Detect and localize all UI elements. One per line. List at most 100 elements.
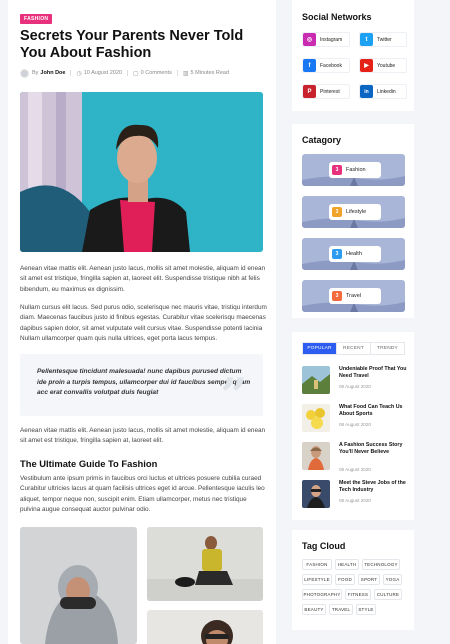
- social-label: Youtube: [377, 62, 396, 69]
- tag-culture[interactable]: CULTURE: [374, 589, 402, 600]
- tag-yoga[interactable]: YOGA: [383, 574, 402, 585]
- article-column: FASHION Secrets Your Parents Never Told …: [8, 0, 276, 644]
- category-count: 3: [332, 207, 342, 217]
- twitter-icon: t: [360, 33, 373, 46]
- social-facebook-button[interactable]: f Facebook: [302, 58, 350, 73]
- category-label: Health: [346, 251, 362, 257]
- meta-divider: [70, 70, 72, 76]
- post-title[interactable]: What Food Can Teach Us About Sports: [339, 404, 409, 418]
- post-title[interactable]: Meet the Steve Jobs of the Tech Industry: [339, 480, 409, 494]
- category-pill: 3 Travel: [329, 288, 381, 304]
- gallery-image-portrait: [147, 610, 263, 644]
- post-date: 08 August 2020: [339, 467, 371, 472]
- gallery-image-hoodie: [20, 527, 137, 644]
- quote-mark-icon: ”: [220, 368, 247, 422]
- post-date: 08 August 2020: [339, 498, 371, 503]
- tag-fitness[interactable]: FITNESS: [345, 589, 371, 600]
- category-card-fashion[interactable]: 3 Fashion: [302, 154, 405, 186]
- category-pill: 3 Health: [329, 246, 381, 262]
- article-paragraph-2: Nullam cursus elit lacus. Sed purus odio…: [20, 304, 267, 343]
- post-title[interactable]: A Fashion Success Story You'll Never Bel…: [339, 442, 409, 456]
- social-label: Facebook: [320, 62, 342, 69]
- social-instagram-button[interactable]: ◎ Instagram: [302, 32, 350, 47]
- social-pinterest-button[interactable]: P Pinterest: [302, 84, 350, 99]
- read-time: 5 Minutes Read: [190, 70, 230, 76]
- article-paragraph-1: Aenean vitae mattis elit. Aenean justo l…: [20, 265, 266, 293]
- post-date: 08 August 2020: [339, 422, 371, 427]
- article-paragraph-3: Aenean vitae mattis elit. Aenean justo l…: [20, 427, 266, 445]
- hero-image: [20, 92, 263, 252]
- category-count: 3: [332, 249, 342, 259]
- social-youtube-button[interactable]: ▶ Youtube: [359, 58, 407, 73]
- author-by-label: By: [32, 70, 39, 76]
- category-count: 3: [332, 291, 342, 301]
- post-item[interactable]: Undeniable Proof That You Need Travel 08…: [302, 366, 407, 394]
- article-title: Secrets Your Parents Never Told You Abou…: [20, 28, 244, 61]
- blockquote: Pellentesque tincidunt malesuada! nunc d…: [20, 354, 263, 422]
- post-thumbnail[interactable]: [302, 442, 330, 470]
- meta-divider: [176, 70, 178, 76]
- tag-technology[interactable]: TECHNOLOGY: [362, 559, 400, 570]
- comment-count[interactable]: 0 Comments: [141, 70, 172, 76]
- category-pill: 3 Lifestyle: [329, 204, 381, 220]
- posts-tabs: POPULAR RECENT TRENDY: [302, 342, 405, 355]
- author-avatar[interactable]: [20, 68, 29, 78]
- posts-widget: POPULAR RECENT TRENDY Undeniable Proof T…: [292, 332, 414, 520]
- post-item[interactable]: Meet the Steve Jobs of the Tech Industry…: [302, 480, 407, 508]
- category-label: Travel: [346, 293, 362, 299]
- social-label: Linkedin: [377, 88, 396, 95]
- tag-beauty[interactable]: BEAUTY: [302, 604, 326, 615]
- category-label: Fashion: [346, 167, 366, 173]
- social-label: Instagram: [320, 36, 343, 43]
- social-linkedin-button[interactable]: in Linkedin: [359, 84, 407, 99]
- pinterest-icon: P: [303, 85, 316, 98]
- post-item[interactable]: A Fashion Success Story You'll Never Bel…: [302, 442, 409, 472]
- comment-icon: ▢: [132, 70, 139, 77]
- category-card-lifestyle[interactable]: 3 Lifestyle: [302, 196, 405, 228]
- category-pill: 3 Fashion: [329, 162, 381, 178]
- tag-sport[interactable]: SPORT: [358, 574, 380, 585]
- linkedin-icon: in: [360, 85, 373, 98]
- facebook-icon: f: [303, 59, 316, 72]
- tag-style[interactable]: STYLE: [356, 604, 376, 615]
- category-widget: Catagory 3 Fashion 3 Lifestyle 3 Health: [292, 124, 414, 318]
- article-paragraph-4: Vestibulum ante ipsum primis in faucibus…: [20, 475, 265, 514]
- chart-icon: ▥: [182, 70, 189, 77]
- tab-popular[interactable]: POPULAR: [303, 343, 337, 354]
- post-thumbnail[interactable]: [302, 366, 330, 394]
- tab-recent[interactable]: RECENT: [337, 343, 371, 354]
- tag-food[interactable]: FOOD: [335, 574, 355, 585]
- tag-health[interactable]: HEALTH: [335, 559, 359, 570]
- social-label: Twitter: [377, 36, 392, 43]
- meta-divider: [126, 70, 128, 76]
- post-thumbnail[interactable]: [302, 404, 330, 432]
- tag-lifestyle[interactable]: LIFESTYLE: [302, 574, 332, 585]
- social-widget-title: Social Networks: [302, 12, 372, 22]
- article-meta: By John Doe ◷ 10 August 2020 ▢ 0 Comment…: [20, 68, 229, 78]
- youtube-icon: ▶: [360, 59, 373, 72]
- author-name[interactable]: John Doe: [40, 70, 65, 76]
- social-twitter-button[interactable]: t Twitter: [359, 32, 407, 47]
- tag-fashion[interactable]: FASHION: [302, 559, 332, 570]
- category-count: 3: [332, 165, 342, 175]
- post-date: 08 August 2020: [339, 384, 371, 389]
- category-badge[interactable]: FASHION: [20, 14, 53, 24]
- clock-icon: ◷: [76, 70, 82, 77]
- instagram-icon: ◎: [303, 33, 316, 46]
- category-card-travel[interactable]: 3 Travel: [302, 280, 405, 312]
- article-subheading: The Ultimate Guide To Fashion: [20, 458, 158, 469]
- tab-trendy[interactable]: TRENDY: [371, 343, 404, 354]
- category-widget-title: Catagory: [302, 135, 342, 145]
- tag-photography[interactable]: PHOTOGRAPHY: [302, 589, 342, 600]
- tag-cloud-widget: Tag Cloud FASHION HEALTH TECHNOLOGY LIFE…: [292, 530, 414, 630]
- tag-cloud-title: Tag Cloud: [302, 541, 346, 551]
- social-label: Pinterest: [320, 88, 340, 95]
- post-title[interactable]: Undeniable Proof That You Need Travel: [339, 366, 409, 380]
- post-thumbnail[interactable]: [302, 480, 330, 508]
- category-card-health[interactable]: 3 Health: [302, 238, 405, 270]
- social-networks-widget: Social Networks ◎ Instagram t Twitter f …: [292, 0, 414, 111]
- category-label: Lifestyle: [346, 209, 367, 215]
- publish-date: 10 August 2020: [83, 70, 122, 76]
- post-item[interactable]: What Food Can Teach Us About Sports 08 A…: [302, 404, 407, 432]
- tag-travel[interactable]: TRAVEL: [329, 604, 353, 615]
